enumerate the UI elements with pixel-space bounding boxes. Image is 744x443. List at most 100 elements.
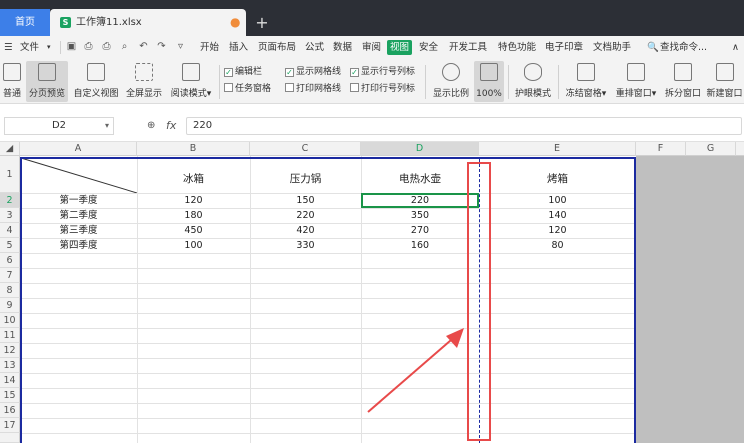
menu-security[interactable]: 安全 <box>419 40 438 55</box>
cell-c3[interactable]: 220 <box>250 209 361 223</box>
cell-b4[interactable]: 450 <box>137 224 250 238</box>
cell-b2[interactable]: 120 <box>137 194 250 208</box>
menu-review[interactable]: 审阅 <box>362 40 381 55</box>
split-window-button[interactable]: 拆分窗口 <box>663 61 703 102</box>
menu-developer[interactable]: 开发工具 <box>449 40 487 55</box>
chevron-down-icon[interactable]: ▾ <box>105 118 109 134</box>
menu-features[interactable]: 特色功能 <box>498 40 536 55</box>
menu-page-layout[interactable]: 页面布局 <box>258 40 296 55</box>
zoom-formula-icon[interactable]: ⊕ <box>147 120 155 131</box>
menu-doc-assistant[interactable]: 文档助手 <box>593 40 631 55</box>
zoom-button[interactable]: 显示比例 <box>430 61 472 102</box>
non-print-area[interactable] <box>636 156 744 443</box>
fx-icon[interactable]: fx <box>166 119 176 132</box>
cell-b5[interactable]: 100 <box>137 239 250 253</box>
cell-e2[interactable]: 100 <box>479 194 636 208</box>
edit-bar-checkbox[interactable]: ✓ 编辑栏 <box>224 66 262 78</box>
formula-input[interactable]: 220 <box>186 117 742 135</box>
custom-view-button[interactable]: 自定义视图 <box>71 61 121 102</box>
cell-a5[interactable]: 第四季度 <box>20 239 137 253</box>
cell-c5[interactable]: 330 <box>250 239 361 253</box>
col-header-g[interactable]: G <box>686 142 736 156</box>
row-header-17[interactable]: 17 <box>0 418 20 433</box>
menu-start[interactable]: 开始 <box>200 40 219 55</box>
row-header-1[interactable]: 1 <box>0 156 20 193</box>
tab-home[interactable]: 首页 <box>0 9 50 36</box>
new-tab-button[interactable]: + <box>255 9 269 36</box>
row-header-7[interactable]: 7 <box>0 268 20 283</box>
print-preview-icon[interactable]: ⌕ <box>119 41 130 52</box>
cell-a3[interactable]: 第二季度 <box>20 209 137 223</box>
eye-mode-button[interactable]: 护眼模式 <box>512 61 554 102</box>
page-break-left-border[interactable] <box>20 157 22 443</box>
freeze-panes-button[interactable]: 冻结窗格▾ <box>563 61 609 102</box>
row-header-4[interactable]: 4 <box>0 223 20 238</box>
cell-c2[interactable]: 150 <box>250 194 361 208</box>
arrange-windows-button[interactable]: 重排窗口▾ <box>613 61 659 102</box>
chevron-down-icon[interactable]: ▾ <box>47 40 51 55</box>
col-header-a[interactable]: A <box>20 142 137 156</box>
row-header-16[interactable]: 16 <box>0 403 20 418</box>
cell-a2[interactable]: 第一季度 <box>20 194 137 208</box>
hamburger-icon[interactable]: ☰ <box>4 40 13 55</box>
tab-workbook[interactable]: S 工作簿11.xlsx ● <box>50 9 246 36</box>
save-icon[interactable]: ▣ <box>66 41 77 52</box>
cell-d5[interactable]: 160 <box>361 239 479 253</box>
normal-view-button[interactable]: 普通 <box>0 61 24 102</box>
cell-c4[interactable]: 420 <box>250 224 361 238</box>
cell-e3[interactable]: 140 <box>479 209 636 223</box>
show-headers-checkbox[interactable]: ✓ 显示行号列标 <box>350 66 415 78</box>
row-header-5[interactable]: 5 <box>0 238 20 253</box>
menu-formulas[interactable]: 公式 <box>305 40 324 55</box>
full-screen-button[interactable]: 全屏显示 <box>124 61 164 102</box>
menu-file[interactable]: 文件 <box>20 40 39 55</box>
col-header-e[interactable]: E <box>479 142 636 156</box>
menu-insert[interactable]: 插入 <box>229 40 248 55</box>
select-all-corner[interactable]: ◢ <box>0 142 20 156</box>
row-header-15[interactable]: 15 <box>0 388 20 403</box>
name-box[interactable]: D2 ▾ <box>4 117 114 135</box>
menu-e-seal[interactable]: 电子印章 <box>545 40 583 55</box>
cell-e5[interactable]: 80 <box>479 239 636 253</box>
row-header-18[interactable] <box>0 433 20 443</box>
cell-d3[interactable]: 350 <box>361 209 479 223</box>
col-header-d[interactable]: D <box>361 142 479 156</box>
row-header-10[interactable]: 10 <box>0 313 20 328</box>
row-header-13[interactable]: 13 <box>0 358 20 373</box>
new-window-button[interactable]: 新建窗口 <box>705 61 744 102</box>
redo-icon[interactable]: ↷ <box>156 41 167 52</box>
col-header-c[interactable]: C <box>250 142 361 156</box>
export-icon[interactable]: ⎙ <box>83 41 94 52</box>
undo-icon[interactable]: ↶ <box>138 41 149 52</box>
row-header-12[interactable]: 12 <box>0 343 20 358</box>
cell-a4[interactable]: 第三季度 <box>20 224 137 238</box>
show-gridlines-checkbox[interactable]: ✓ 显示网格线 <box>285 66 341 78</box>
row-header-6[interactable]: 6 <box>0 253 20 268</box>
search-icon[interactable]: 🔍 <box>647 40 659 55</box>
cell-b3[interactable]: 180 <box>137 209 250 223</box>
page-break-preview-button[interactable]: 分页预览 <box>26 61 68 102</box>
row-header-3[interactable]: 3 <box>0 208 20 223</box>
customize-icon[interactable]: ▿ <box>175 41 186 52</box>
print-gridlines-checkbox[interactable]: 打印网格线 <box>285 83 341 95</box>
menu-data[interactable]: 数据 <box>333 40 352 55</box>
search-command[interactable]: 查找命令... <box>660 40 707 55</box>
col-header-b[interactable]: B <box>137 142 250 156</box>
row-header-14[interactable]: 14 <box>0 373 20 388</box>
page-break-right-border[interactable] <box>634 157 636 443</box>
menu-view[interactable]: 视图 <box>387 40 413 55</box>
print-icon[interactable]: ⎙ <box>101 41 112 52</box>
col-header-f[interactable]: F <box>636 142 686 156</box>
row-header-9[interactable]: 9 <box>0 298 20 313</box>
cell-e4[interactable]: 120 <box>479 224 636 238</box>
collapse-icon[interactable]: ∧ <box>732 40 739 55</box>
row-header-8[interactable]: 8 <box>0 283 20 298</box>
zoom-100-button[interactable]: 100% <box>474 61 504 102</box>
row-header-11[interactable]: 11 <box>0 328 20 343</box>
worksheet-grid[interactable]: ◢ A B C D E F G 1 2 3 4 5 6 7 8 9 10 11 … <box>0 142 744 443</box>
print-headers-checkbox[interactable]: 打印行号列标 <box>350 83 415 95</box>
row-header-2[interactable]: 2 <box>0 193 20 208</box>
reading-mode-button[interactable]: 阅读模式▾ <box>167 61 215 102</box>
cell-d4[interactable]: 270 <box>361 224 479 238</box>
task-pane-checkbox[interactable]: 任务窗格 <box>224 83 271 95</box>
